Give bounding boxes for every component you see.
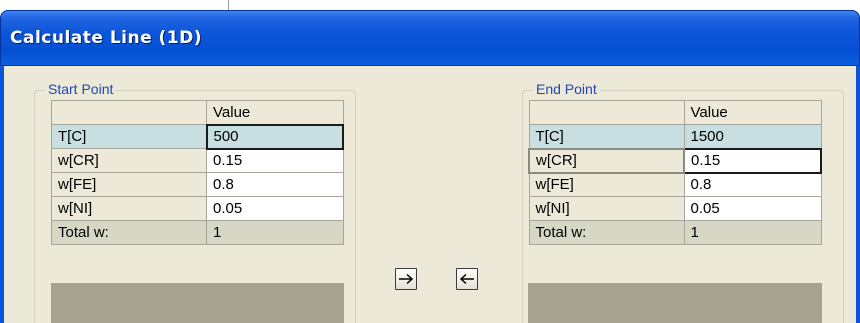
total-value: 1	[683, 220, 822, 245]
grid-header-row: Value	[51, 100, 344, 125]
row-name-cell: w[FE]	[528, 172, 685, 197]
arrow-left-icon	[459, 273, 474, 285]
row-name-cell: w[FE]	[51, 172, 207, 197]
value-cell[interactable]: 0.8	[683, 172, 822, 197]
row-name-cell: w[NI]	[528, 196, 685, 221]
end-point-grid: Value T[C] 1500 w[CR] 0.15 w[FE] 0.8 w[N…	[528, 100, 822, 245]
value-cell[interactable]: 0.8	[206, 172, 344, 197]
total-row: Total w: 1	[51, 220, 344, 245]
window-title: Calculate Line (1D)	[10, 28, 203, 48]
row-name-cell: T[C]	[51, 124, 207, 149]
value-cell[interactable]: 0.15	[206, 148, 344, 173]
background-divider	[228, 0, 229, 10]
background-strip	[0, 0, 860, 10]
table-row[interactable]: w[FE] 0.8	[51, 172, 344, 197]
table-row[interactable]: w[NI] 0.05	[51, 196, 344, 221]
start-point-grid: Value T[C] 500 w[CR] 0.15 w[FE] 0.8 w[NI…	[51, 100, 344, 245]
value-cell[interactable]: 0.05	[206, 196, 344, 221]
title-bar[interactable]: Calculate Line (1D)	[0, 10, 860, 66]
row-name-cell: T[C]	[528, 124, 685, 149]
value-cell[interactable]: 500	[205, 123, 344, 150]
header-value-cell: Value	[683, 100, 822, 125]
header-name-cell	[51, 100, 207, 125]
arrow-right-icon	[399, 273, 414, 285]
row-name-cell: w[CR]	[51, 148, 207, 173]
total-label: Total w:	[51, 220, 207, 245]
copy-to-start-button[interactable]	[456, 268, 478, 290]
end-grid-empty-area	[528, 283, 822, 323]
table-row[interactable]: w[CR] 0.15	[51, 148, 344, 173]
value-cell[interactable]: 0.05	[683, 196, 822, 221]
header-value-cell: Value	[206, 100, 344, 125]
table-row[interactable]: T[C] 500	[51, 123, 344, 150]
start-grid-empty-area	[51, 283, 344, 323]
table-row[interactable]: w[NI] 0.05	[528, 196, 822, 221]
value-cell[interactable]: 1500	[683, 124, 822, 149]
end-point-legend: End Point	[533, 81, 600, 97]
row-name-cell: w[CR]	[528, 147, 685, 174]
table-row[interactable]: T[C] 1500	[528, 124, 822, 149]
value-cell[interactable]: 0.15	[683, 147, 822, 174]
total-label: Total w:	[528, 220, 685, 245]
table-row[interactable]: w[CR] 0.15	[528, 147, 822, 174]
row-name-cell: w[NI]	[51, 196, 207, 221]
header-name-cell	[528, 100, 685, 125]
copy-to-end-button[interactable]	[395, 268, 417, 290]
total-row: Total w: 1	[528, 220, 822, 245]
total-value: 1	[206, 220, 344, 245]
grid-header-row: Value	[528, 100, 822, 125]
start-point-legend: Start Point	[45, 81, 117, 97]
table-row[interactable]: w[FE] 0.8	[528, 172, 822, 197]
